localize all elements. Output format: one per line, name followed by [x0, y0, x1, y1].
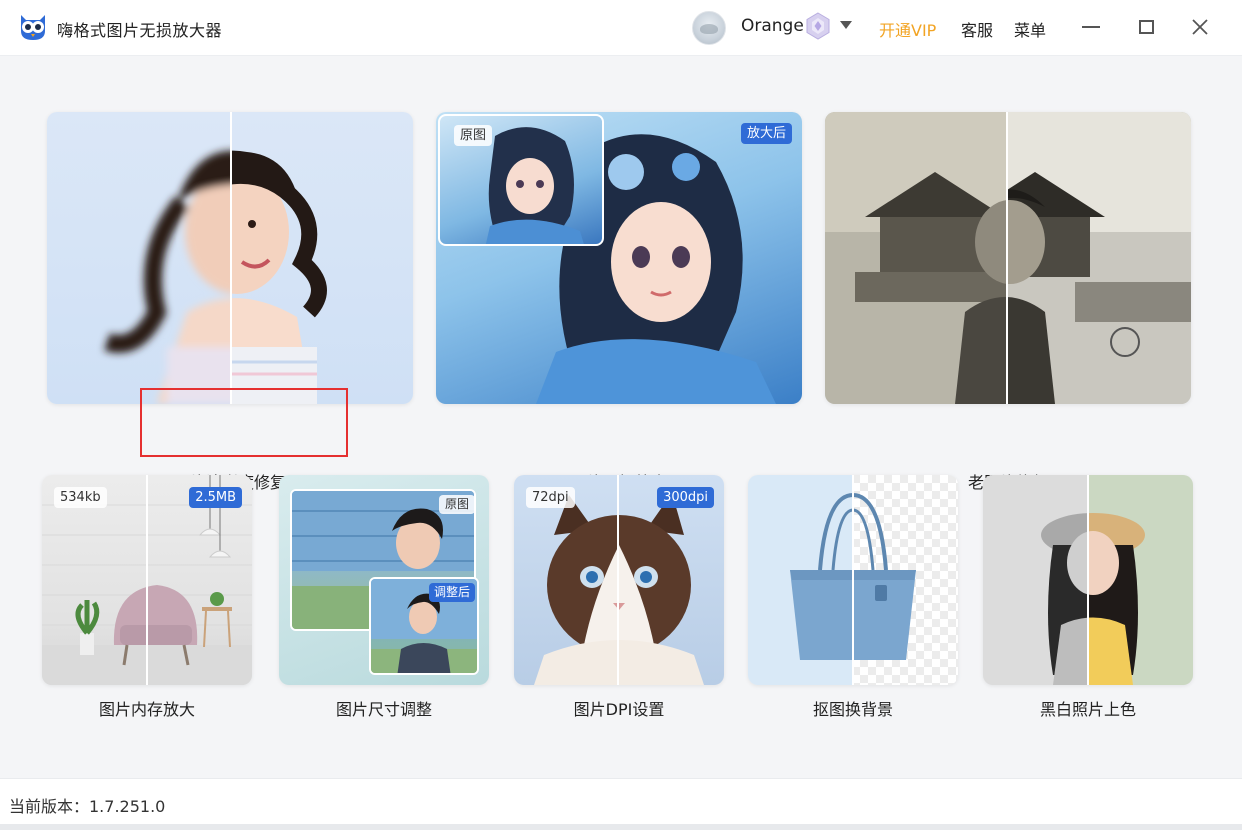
compare-divider: [146, 475, 148, 685]
resize-thumbnail: 原图 调整后: [279, 475, 489, 685]
size-before-tag: 534kb: [54, 487, 107, 508]
size-after-tag: 2.5MB: [189, 487, 242, 508]
maximize-icon: [1138, 20, 1154, 34]
minimize-button[interactable]: [1075, 12, 1107, 42]
version-label: 当前版本：1.7.251.0: [9, 797, 166, 816]
compare-divider: [852, 475, 854, 685]
feature-label: 图片DPI设置: [573, 700, 665, 719]
status-bar: 当前版本：1.7.251.0: [0, 778, 1242, 824]
feature-label: 图片尺寸调整: [335, 700, 432, 719]
feature-card-file-size-upscale[interactable]: 534kb 2.5MB 图片内存放大: [42, 475, 252, 720]
original-tag: 原图: [454, 125, 493, 146]
feature-label: 图片内存放大: [98, 700, 195, 719]
feature-card-old-photo-repair[interactable]: 老照片修复: [825, 112, 1191, 492]
dpi-thumbnail: 72dpi 300dpi: [514, 475, 724, 685]
original-tag: 原图: [438, 495, 475, 514]
owl-logo-icon: [21, 15, 45, 40]
old-photo-thumbnail: [825, 112, 1191, 404]
feature-card-dpi-setting[interactable]: 72dpi 300dpi 图片DPI设置: [514, 475, 724, 720]
compare-divider: [1006, 112, 1008, 404]
upscaled-tag: 放大后: [740, 123, 792, 144]
feature-card-colorize[interactable]: 黑白照片上色: [983, 475, 1193, 720]
feature-card-resize[interactable]: 原图 调整后 图片尺寸调整: [279, 475, 489, 720]
chevron-down-icon[interactable]: [840, 21, 852, 29]
feature-card-clarity-repair[interactable]: 图片清晰度修复: [47, 112, 413, 492]
adjusted-tag: 调整后: [428, 583, 475, 602]
title-bar: 嗨格式图片无损放大器 Orange 开通VIP 客服 菜单: [0, 0, 1242, 56]
vip-diamond-icon: [806, 12, 830, 40]
dpi-before-tag: 72dpi: [526, 487, 575, 508]
feature-label: 抠图换背景: [812, 700, 893, 719]
close-button[interactable]: [1184, 12, 1216, 42]
customer-service-button[interactable]: 客服: [961, 17, 993, 41]
background-removal-thumbnail: [748, 475, 958, 685]
close-icon: [1192, 19, 1208, 35]
clarity-repair-thumbnail: [47, 112, 413, 404]
lossless-upscale-thumbnail: 原图 放大后: [436, 112, 802, 404]
maximize-button[interactable]: [1130, 12, 1162, 42]
avatar[interactable]: [692, 11, 726, 45]
minimize-icon: [1082, 26, 1100, 28]
old-photo-image: [825, 112, 1191, 404]
menu-button[interactable]: 菜单: [1014, 17, 1046, 41]
app-title: 嗨格式图片无损放大器: [57, 21, 223, 40]
colorize-thumbnail: [983, 475, 1193, 685]
username[interactable]: Orange: [741, 16, 804, 36]
compare-divider: [230, 112, 232, 404]
feature-grid: 图片清晰度修复: [0, 57, 1242, 777]
dpi-after-tag: 300dpi: [657, 487, 714, 508]
feature-card-lossless-upscale[interactable]: 原图 放大后 图片无损放大: [436, 112, 802, 492]
file-size-thumbnail: 534kb 2.5MB: [42, 475, 252, 685]
open-vip-button[interactable]: 开通VIP: [879, 17, 936, 41]
bottom-strip: [0, 824, 1242, 830]
feature-label: 黑白照片上色: [1039, 700, 1136, 719]
feature-card-background-removal[interactable]: 抠图换背景: [748, 475, 958, 720]
compare-divider: [617, 475, 619, 685]
compare-divider: [1087, 475, 1089, 685]
